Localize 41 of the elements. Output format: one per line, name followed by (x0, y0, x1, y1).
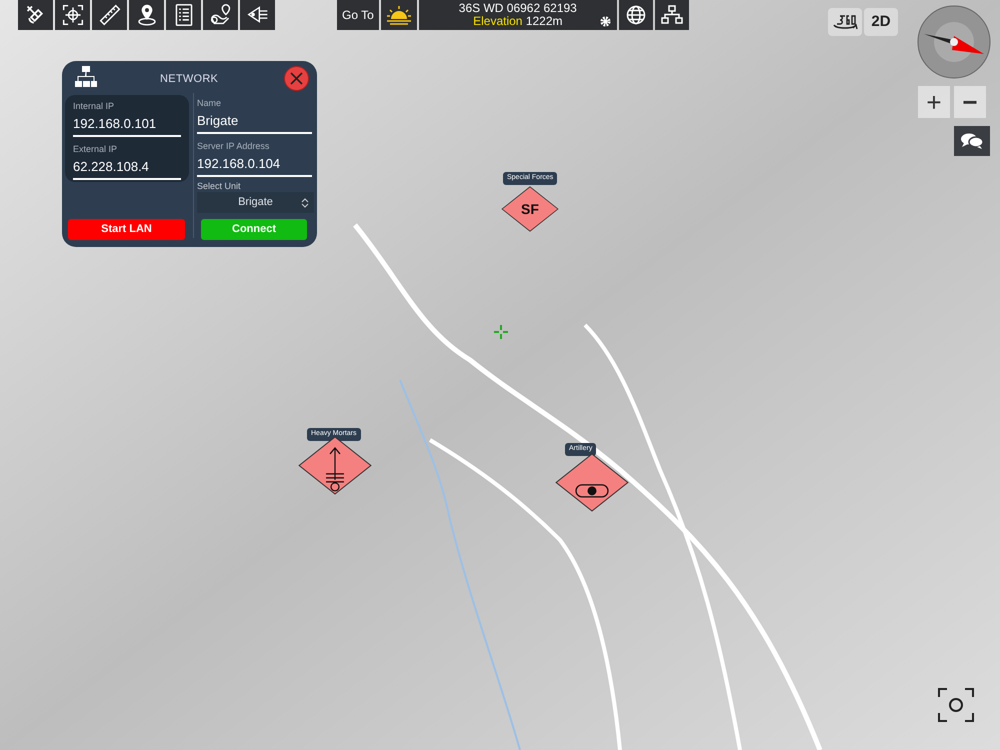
terrain-map[interactable] (0, 0, 1000, 750)
globe-icon[interactable] (618, 0, 653, 30)
chat-icon[interactable] (954, 126, 990, 156)
network-icon (74, 65, 98, 89)
field-label: Server IP Address (197, 140, 270, 153)
map-pin-icon[interactable] (129, 0, 164, 30)
field-label: External IP (73, 143, 118, 156)
text-field[interactable]: 192.168.0.104 (197, 154, 312, 177)
close-button[interactable] (284, 66, 309, 91)
field-label: Internal IP (73, 100, 116, 113)
unit-marker[interactable] (501, 186, 559, 232)
text-field[interactable]: 62.228.108.4 (73, 156, 181, 180)
elevation-readout: Elevation 1222m (473, 15, 563, 28)
zoom-out-button[interactable]: − (954, 86, 986, 118)
route-pin-icon[interactable] (203, 0, 238, 30)
go-to-button[interactable]: Go To (337, 0, 379, 30)
list-icon[interactable] (166, 0, 201, 30)
sunrise-icon[interactable] (380, 0, 417, 30)
ruler-icon[interactable] (92, 0, 127, 30)
select-unit-label: Select Unit (197, 180, 241, 193)
line-of-sight-icon[interactable] (240, 0, 275, 30)
text-field[interactable]: 192.168.0.101 (73, 114, 181, 137)
artillery-unit-marker[interactable] (555, 452, 629, 512)
mortar-unit-marker[interactable] (298, 436, 372, 494)
start-lan-button[interactable]: Start LAN (68, 219, 185, 240)
target-icon[interactable] (55, 0, 90, 30)
unit-symbol: SF (521, 200, 539, 218)
zoom-in-button[interactable]: + (918, 86, 950, 118)
crosshair-icon (493, 324, 509, 340)
unit-select[interactable]: Brigate (197, 192, 314, 213)
network-icon[interactable] (654, 0, 689, 30)
satellite-icon[interactable] (18, 0, 53, 30)
rotate-360-icon[interactable] (828, 8, 862, 36)
panel-title: NETWORK (160, 72, 218, 87)
text-field[interactable]: Brigate (197, 110, 312, 134)
grid-reference: 36S WD 06962 62193 (458, 2, 577, 15)
field-label: Name (197, 97, 222, 110)
focus-frame-icon[interactable] (938, 688, 974, 722)
chevron-icon (301, 198, 309, 208)
2d-mode-button[interactable]: 2D (864, 8, 898, 36)
close-icon (290, 72, 303, 85)
